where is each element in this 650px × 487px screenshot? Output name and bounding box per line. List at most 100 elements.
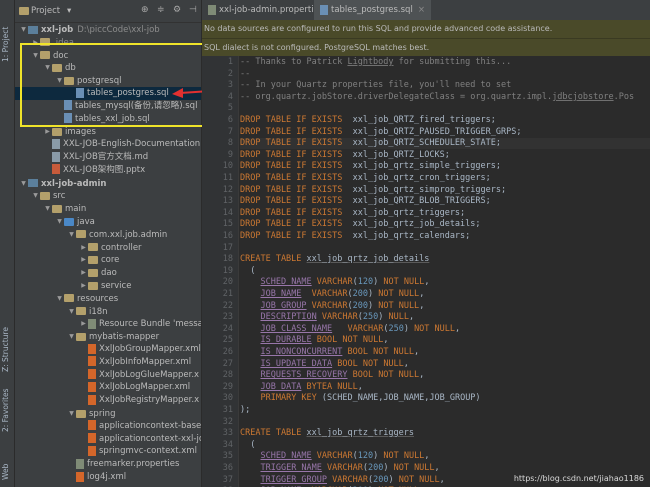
code-line: DROP TABLE IF EXISTS xxl_job_qrtz_cron_t… [240,173,491,184]
code-token [240,463,260,473]
tree-item[interactable]: ▼ mybatis-mapper [15,330,201,343]
tree-item-label: controller [101,243,142,253]
folder-icon [88,243,98,251]
tree-item[interactable]: ▶core [15,253,201,266]
code-token: SCHED_NAME [260,277,311,287]
tree-item[interactable]: XxlJobGroupMapper.xml [15,343,201,356]
tree-item[interactable]: log4j.xml [15,471,201,484]
code-token: 200 [353,301,368,311]
chevron-down-icon[interactable]: ▼ [55,292,64,305]
project-panel-title[interactable]: Project [31,6,60,16]
chevron-right-icon[interactable]: ▶ [79,317,88,330]
tree-item[interactable]: springmvc-context.xml [15,445,201,458]
code-token [240,393,260,403]
tree-item[interactable]: ▼main [15,202,201,215]
project-tool-button[interactable]: 1: Project [1,27,10,62]
code-line: -- In your Quartz properties file, you'l… [240,80,511,91]
code-token [240,324,260,334]
tree-item[interactable]: applicationcontext-xxl-jc [15,433,201,446]
line-number: 1 [202,57,233,67]
tree-item-label: images [65,127,96,137]
tree-item[interactable]: ▼java [15,215,201,228]
line-number: 6 [202,115,233,125]
tree-item[interactable]: XXL-JOB官方文档.md [15,151,201,164]
code-token [240,335,260,345]
module-icon [28,26,38,34]
chevron-right-icon[interactable]: ▶ [43,125,52,138]
tree-item[interactable]: ▼src [15,189,201,202]
tree-item-label: applicationcontext-base. [99,421,202,431]
code-token: TRIGGER_NAME [260,463,321,473]
close-icon[interactable]: × [418,5,425,15]
tree-item[interactable]: XxlJobLogMapper.xml [15,381,201,394]
tab-tables-postgres-sql[interactable]: tables_postgres.sql× [314,0,431,22]
structure-tool-button[interactable]: Z: Structure [1,327,10,372]
tree-item[interactable]: XXL-JOB-English-Documentation.md [15,138,201,151]
code-line: DROP TABLE IF EXISTS xxl_job_QRTZ_SCHEDU… [240,138,650,149]
chevron-down-icon[interactable]: ▼ [19,23,28,36]
chevron-down-icon[interactable]: ▼ [67,305,76,318]
scroll-from-source-icon[interactable]: ≑ [157,5,165,15]
tree-item-label: XxlJobLogGlueMapper.x [99,370,199,380]
chevron-down-icon[interactable]: ▼ [31,189,40,202]
line-number: 20 [202,277,233,287]
code-line: JOB_DATA BYTEA NULL, [240,382,363,393]
favorites-tool-button[interactable]: 2: Favorites [1,388,10,432]
code-token: (SCHED_NAME,JOB_NAME,JOB_GROUP) [322,393,481,403]
chevron-down-icon[interactable]: ▼ [55,215,64,228]
code-token: , [409,312,414,322]
tree-item[interactable]: ▶ controller [15,241,201,254]
tree-item-label: XxlJobLogMapper.xml [99,382,190,392]
tree-item[interactable]: ▼spring [15,407,201,420]
chevron-down-icon[interactable]: ▼ [43,202,52,215]
tree-item-label: com.xxl.job.admin [89,230,167,240]
line-number: 11 [202,173,233,183]
tree-item[interactable]: XxlJobLogGlueMapper.x [15,369,201,382]
code-token [240,301,260,311]
tree-item-label: log4j.xml [87,472,126,482]
code-token: , [435,463,440,473]
chevron-right-icon[interactable]: ▶ [79,241,88,254]
tree-item[interactable]: ▶service [15,279,201,292]
chevron-down-icon[interactable]: ▼ [67,330,76,343]
tree-item[interactable]: XXL-JOB架构图.pptx [15,164,201,177]
pptx-file-icon [52,164,60,174]
tree-item[interactable]: ▶dao [15,266,201,279]
chevron-right-icon[interactable]: ▶ [79,279,88,292]
collapse-icon[interactable]: ⊕ [141,5,149,15]
code-token: CREATE TABLE [240,254,307,264]
chevron-down-icon[interactable]: ▼ [67,228,76,241]
code-line: TRIGGER_NAME VARCHAR(200) NOT NULL, [240,463,440,474]
tree-item[interactable]: ▶ images [15,125,201,138]
code-token: , [419,289,424,299]
chevron-down-icon[interactable]: ▼ [67,407,76,420]
web-tool-button[interactable]: Web [1,464,10,480]
tree-item[interactable]: ▼resources [15,292,201,305]
tree-item[interactable]: XxlJobInfoMapper.xml [15,356,201,369]
chevron-down-icon[interactable]: ▼ [19,177,28,190]
chevron-down-icon[interactable]: ▾ [67,6,71,16]
tree-item-label: mybatis-mapper [89,332,159,342]
line-number: 14 [202,208,233,218]
tree-item[interactable]: ▼xxl-jobD:\piccCode\xxl-job [15,23,201,36]
code-line: JOB_NAME VARCHAR(200) NOT NULL, [240,289,424,300]
chevron-right-icon[interactable]: ▶ [79,266,88,279]
code-token: NOT NULL [399,475,440,485]
tree-item[interactable]: applicationcontext-base. [15,420,201,433]
code-token: VARCHAR [307,301,348,311]
tree-item[interactable]: ▼i18n [15,305,201,318]
tree-item[interactable]: XxlJobRegistryMapper.x [15,394,201,407]
line-number: 5 [202,103,233,113]
tree-item[interactable]: freemarker.properties [15,458,201,471]
hide-icon[interactable]: ⊣ [189,5,197,15]
xml-file-icon [88,395,96,405]
xml-file-icon [88,420,96,430]
code-token: 120 [358,277,373,287]
tree-item[interactable]: ▼xxl-job-admin [15,177,201,190]
tree-item[interactable]: ▼ com.xxl.job.admin [15,228,201,241]
chevron-right-icon[interactable]: ▶ [79,253,88,266]
folder-icon [76,333,86,341]
code-line: ( [240,440,255,451]
tree-item[interactable]: ▶Resource Bundle 'message [15,317,201,330]
gear-icon[interactable]: ⚙ [173,5,181,15]
